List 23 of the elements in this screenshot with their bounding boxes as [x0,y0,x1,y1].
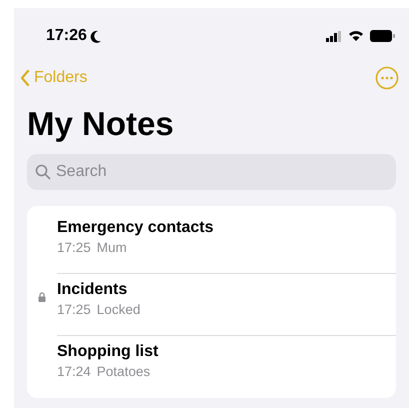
page-title: My Notes [26,104,175,144]
search-icon [35,164,51,180]
signal-icon [326,30,342,42]
note-preview: Locked [96,301,140,319]
note-time: 17:24 [57,363,91,381]
search-field[interactable]: Search [56,160,356,184]
note-preview: Potatoes [96,363,150,381]
battery-icon [370,30,395,42]
chevron-left-icon [20,70,30,86]
more-icon[interactable] [375,66,399,90]
note-row[interactable]: Shopping list 17:24 Potatoes [27,336,396,398]
note-row[interactable]: Emergency contacts 17:25 Mum [27,212,396,274]
wifi-icon [348,30,364,42]
note-title: Shopping list [57,342,160,362]
search-bar[interactable]: Search [27,154,396,190]
note-time: 17:25 [57,301,91,319]
note-preview: Mum [96,239,127,257]
status-time: 17:26 [46,26,87,46]
note-title: Incidents [57,280,128,300]
note-row[interactable]: Incidents 17:25 Locked [27,274,396,336]
note-time: 17:25 [57,239,91,257]
moon-icon [90,30,102,42]
note-title: Emergency contacts [57,218,215,238]
